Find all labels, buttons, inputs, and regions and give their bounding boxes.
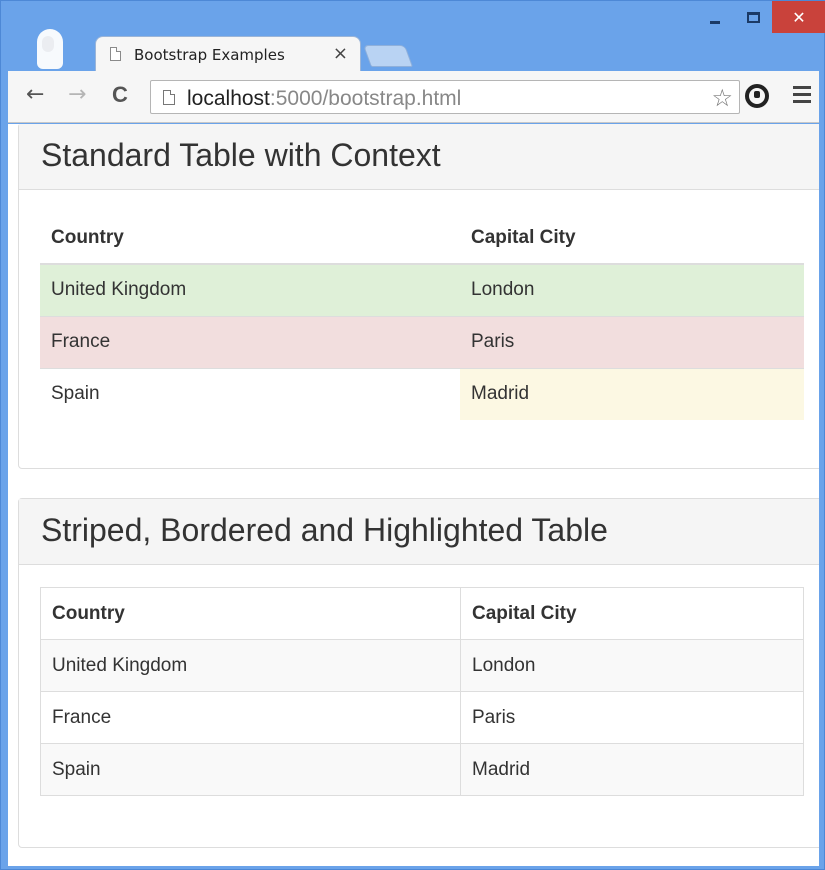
striped-bordered-table: Country Capital City United Kingdom Lond… xyxy=(40,587,804,796)
cell-capital: Paris xyxy=(460,691,804,744)
context-table: Country Capital City United Kingdom Lond… xyxy=(40,212,804,420)
window-controls: ✕ xyxy=(696,1,825,39)
cell-country: France xyxy=(40,315,460,368)
minimize-icon xyxy=(710,20,720,24)
panel-title: Standard Table with Context xyxy=(41,137,441,173)
panel-context-table: Standard Table with Context Country Capi… xyxy=(18,124,819,469)
panel-title: Striped, Bordered and Highlighted Table xyxy=(41,512,608,548)
panel-heading: Striped, Bordered and Highlighted Table xyxy=(19,499,819,565)
menu-icon-bar xyxy=(793,93,811,96)
cell-country: United Kingdom xyxy=(40,263,460,316)
cell-capital: London xyxy=(460,639,804,692)
tab-close-icon[interactable]: × xyxy=(333,43,348,64)
header-capital-city: Capital City xyxy=(460,587,804,640)
cell-country: France xyxy=(40,691,461,744)
menu-icon-bar xyxy=(793,100,811,103)
menu-icon-bar xyxy=(793,86,811,89)
table-header-row: Country Capital City xyxy=(40,212,804,265)
forward-button[interactable]: → xyxy=(68,83,86,107)
browser-window: Bootstrap Examples × ✕ ← → C localhost:5… xyxy=(0,0,825,870)
page-icon xyxy=(163,90,175,105)
header-country: Country xyxy=(40,212,460,265)
minimize-button[interactable] xyxy=(696,1,734,33)
close-window-button[interactable]: ✕ xyxy=(772,1,825,33)
page-viewport: Standard Table with Context Country Capi… xyxy=(8,124,819,866)
new-tab-button[interactable] xyxy=(362,45,414,67)
tab-bootstrap-examples[interactable]: Bootstrap Examples × xyxy=(95,36,361,72)
menu-icon[interactable] xyxy=(793,86,811,107)
browser-logo-icon xyxy=(37,29,63,69)
panel-heading: Standard Table with Context xyxy=(19,124,819,190)
cell-capital: London xyxy=(460,263,804,316)
header-country: Country xyxy=(40,587,461,640)
panel-body: Country Capital City United Kingdom Lond… xyxy=(19,190,819,442)
table-row: Spain Madrid xyxy=(40,743,804,796)
url-text: localhost:5000/bootstrap.html xyxy=(187,87,461,111)
url-path: :5000/bootstrap.html xyxy=(269,87,462,110)
extension-icon[interactable] xyxy=(745,84,769,108)
cell-country: Spain xyxy=(40,367,460,420)
cell-capital: Madrid xyxy=(460,743,804,796)
address-bar[interactable]: localhost:5000/bootstrap.html ☆ xyxy=(150,80,740,114)
reload-button[interactable]: C xyxy=(112,83,128,107)
tab-title: Bootstrap Examples xyxy=(134,46,285,64)
cell-country: Spain xyxy=(40,743,461,796)
table-row: United Kingdom London xyxy=(40,263,804,316)
cell-capital: Madrid xyxy=(460,367,804,420)
maximize-button[interactable] xyxy=(734,1,772,33)
table-row: Spain Madrid xyxy=(40,367,804,420)
panel-striped-table: Striped, Bordered and Highlighted Table … xyxy=(18,498,819,848)
table-header-row: Country Capital City xyxy=(40,587,804,640)
title-bar: Bootstrap Examples × ✕ xyxy=(1,1,825,72)
cell-country: United Kingdom xyxy=(40,639,461,692)
browser-toolbar: ← → C localhost:5000/bootstrap.html ☆ xyxy=(8,71,819,123)
back-button[interactable]: ← xyxy=(26,83,44,107)
maximize-icon xyxy=(746,11,760,23)
bookmark-star-icon[interactable]: ☆ xyxy=(711,84,733,112)
panel-body: Country Capital City United Kingdom Lond… xyxy=(19,565,819,818)
url-host: localhost xyxy=(187,87,270,110)
page-favicon-icon xyxy=(110,47,121,61)
table-row: France Paris xyxy=(40,691,804,744)
table-row: France Paris xyxy=(40,315,804,368)
header-capital-city: Capital City xyxy=(460,212,804,265)
table-row: United Kingdom London xyxy=(40,639,804,692)
cell-capital: Paris xyxy=(460,315,804,368)
